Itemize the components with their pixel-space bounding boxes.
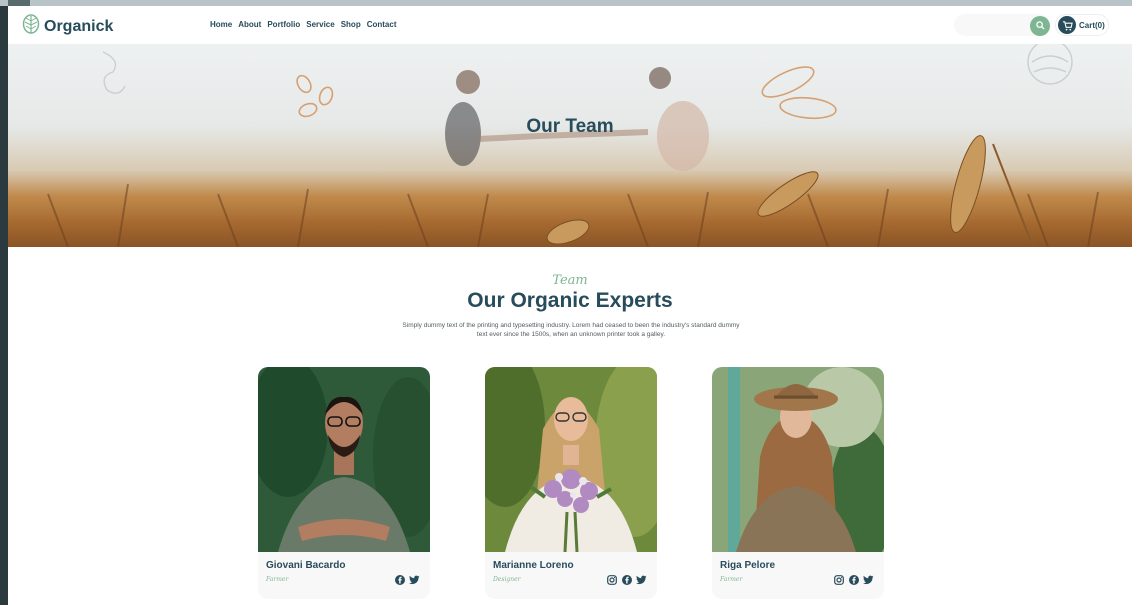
- search-button[interactable]: [1030, 16, 1050, 36]
- cart-label: Cart(0): [1079, 20, 1105, 30]
- social-links: [394, 574, 420, 585]
- cart-button[interactable]: Cart(0): [1055, 14, 1109, 36]
- facebook-icon[interactable]: [621, 574, 632, 585]
- team-role: Farmer: [720, 576, 743, 583]
- section-heading: Our Organic Experts: [467, 289, 673, 312]
- team-name: Riga Pelore: [720, 560, 776, 571]
- team-role: Designer: [493, 576, 521, 583]
- nav-about[interactable]: About: [238, 20, 261, 29]
- logo-text: Organick: [44, 17, 114, 35]
- team-name: Marianne Loreno: [493, 560, 574, 571]
- page: Organick Home About Portfolio Service Sh…: [8, 6, 1132, 605]
- section-subtitle: Team: [552, 273, 588, 288]
- hero-banner: Our Team: [8, 44, 1132, 247]
- instagram-icon[interactable]: [833, 574, 844, 585]
- team-card-riga[interactable]: Riga Pelore Farmer: [712, 367, 884, 599]
- team-card-giovani[interactable]: Giovani Bacardo Farmer: [258, 367, 430, 599]
- team-role: Farmer: [266, 576, 289, 583]
- nav-shop[interactable]: Shop: [341, 20, 361, 29]
- team-photo: [258, 367, 430, 552]
- search-icon: [1035, 17, 1045, 35]
- twitter-icon[interactable]: [863, 574, 874, 585]
- team-card-marianne[interactable]: Marianne Loreno Designer: [485, 367, 657, 599]
- main-nav: Home About Portfolio Service Shop Contac…: [210, 20, 396, 29]
- team-name: Giovani Bacardo: [266, 560, 346, 571]
- team-photo: [485, 367, 657, 553]
- facebook-icon[interactable]: [394, 574, 405, 585]
- nav-service[interactable]: Service: [306, 20, 334, 29]
- leaf-logo-icon: [22, 14, 40, 39]
- twitter-icon[interactable]: [409, 574, 420, 585]
- team-photo: [712, 367, 884, 567]
- hero-illustration: [47, 44, 1099, 247]
- nav-contact[interactable]: Contact: [367, 20, 397, 29]
- nav-home[interactable]: Home: [210, 20, 232, 29]
- social-links: [606, 574, 647, 585]
- site-header: Organick Home About Portfolio Service Sh…: [8, 6, 1132, 44]
- logo[interactable]: Organick: [22, 14, 113, 39]
- twitter-icon[interactable]: [636, 574, 647, 585]
- cart-icon: [1058, 16, 1076, 34]
- social-links: [833, 574, 874, 585]
- facebook-icon[interactable]: [848, 574, 859, 585]
- section-description: Simply dummy text of the printing and ty…: [402, 322, 740, 338]
- instagram-icon[interactable]: [606, 574, 617, 585]
- hero-title: Our Team: [526, 116, 614, 137]
- nav-portfolio[interactable]: Portfolio: [267, 20, 300, 29]
